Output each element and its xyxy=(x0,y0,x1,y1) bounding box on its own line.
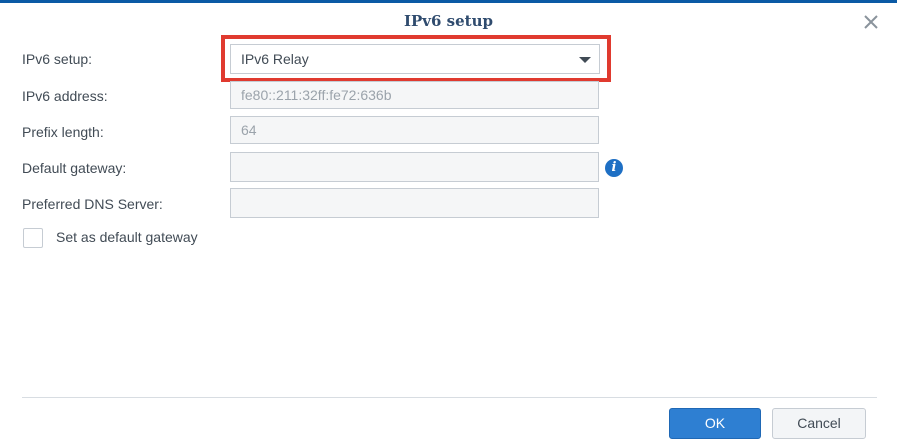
prefix-length-field[interactable]: 64 xyxy=(230,116,599,144)
ipv6-setup-dialog: IPv6 setup IPv6 setup: IPv6 Relay IPv6 a… xyxy=(0,0,897,448)
footer-divider xyxy=(22,397,877,398)
ipv6-setup-value: IPv6 Relay xyxy=(241,51,309,67)
ipv6-setup-select[interactable]: IPv6 Relay xyxy=(230,44,600,74)
dialog-titlebar: IPv6 setup xyxy=(0,3,897,37)
info-icon[interactable]: i xyxy=(605,159,623,177)
preferred-dns-label: Preferred DNS Server: xyxy=(22,196,163,212)
ipv6-address-field[interactable]: fe80::211:32ff:fe72:636b xyxy=(230,81,599,109)
prefix-length-label: Prefix length: xyxy=(22,124,104,140)
default-gateway-label: Default gateway: xyxy=(22,160,127,176)
dialog-title: IPv6 setup xyxy=(404,12,493,30)
default-gateway-field[interactable] xyxy=(230,152,599,182)
ipv6-setup-label: IPv6 setup: xyxy=(22,51,93,67)
set-default-gateway-label[interactable]: Set as default gateway xyxy=(56,229,198,245)
ipv6-address-label: IPv6 address: xyxy=(22,88,108,104)
close-icon[interactable] xyxy=(862,13,880,31)
cancel-button[interactable]: Cancel xyxy=(772,408,866,439)
ok-button[interactable]: OK xyxy=(669,408,761,439)
preferred-dns-field[interactable] xyxy=(230,188,599,218)
chevron-down-icon xyxy=(579,57,591,63)
set-default-gateway-checkbox[interactable] xyxy=(23,228,43,248)
